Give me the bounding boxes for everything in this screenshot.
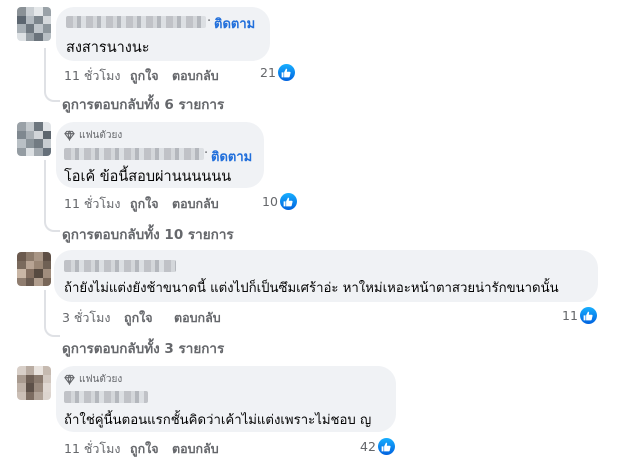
- thread-curve: [44, 321, 60, 337]
- thread-line: [44, 48, 46, 88]
- thread-curve: [44, 86, 60, 102]
- separator-dot: ·: [207, 14, 212, 29]
- reaction-summary[interactable]: 10: [262, 193, 297, 210]
- reply-action[interactable]: ตอบกลับ: [172, 194, 219, 214]
- author-name-blurred[interactable]: [66, 16, 206, 28]
- fan-badge-label: แฟนตัวยง: [79, 374, 123, 385]
- reply-action[interactable]: ตอบกลับ: [172, 66, 219, 86]
- comment-text: ถ้าใช่คู่นี้นตอนแรกชั้นคิดว่าเค้าไม่แต่ง…: [64, 413, 372, 428]
- diamond-icon: [64, 130, 75, 141]
- like-thumb-icon: [377, 438, 395, 455]
- fan-badge: แฟนตัวยง: [64, 372, 122, 387]
- comment-meta: 11 ชั่วโมง ถูกใจ ตอบกลับ: [64, 194, 219, 214]
- comment-timestamp[interactable]: 3 ชั่วโมง: [62, 308, 124, 328]
- view-replies-link[interactable]: ดูการตอบกลับทั้ง 6 รายการ: [62, 93, 224, 115]
- avatar[interactable]: [17, 7, 51, 41]
- fan-badge: แฟนตัวยง: [64, 128, 122, 143]
- author-name-blurred[interactable]: [64, 260, 176, 272]
- comment-meta: 11 ชั่วโมง ถูกใจ ตอบกลับ: [64, 439, 219, 459]
- comment-timestamp[interactable]: 11 ชั่วโมง: [64, 194, 130, 214]
- comment-text: สงสารนางนะ: [66, 40, 150, 56]
- thread-line: [44, 160, 46, 216]
- like-action[interactable]: ถูกใจ: [130, 439, 172, 459]
- avatar[interactable]: [17, 366, 51, 400]
- comment-timestamp[interactable]: 11 ชั่วโมง: [64, 66, 130, 86]
- follow-link[interactable]: ติดตาม: [214, 13, 255, 34]
- avatar[interactable]: [17, 252, 51, 286]
- avatar[interactable]: [17, 122, 51, 156]
- reply-action[interactable]: ตอบกลับ: [172, 439, 219, 459]
- fan-badge-label: แฟนตัวยง: [79, 130, 123, 141]
- reaction-summary[interactable]: 11: [562, 307, 597, 324]
- view-replies-link[interactable]: ดูการตอบกลับทั้ง 10 รายการ: [62, 223, 234, 245]
- comment-text: โอเค้ ข้อนี้สอบผ่านนนนนน: [64, 169, 232, 185]
- like-action[interactable]: ถูกใจ: [130, 66, 172, 86]
- thread-curve: [44, 216, 60, 232]
- thread-line: [44, 290, 46, 322]
- author-name-blurred[interactable]: [64, 391, 148, 403]
- reaction-count: 21: [260, 65, 276, 80]
- comment-meta: 3 ชั่วโมง ถูกใจ ตอบกลับ: [62, 308, 221, 328]
- reaction-count: 10: [262, 194, 278, 209]
- separator-dot: ·: [204, 146, 209, 161]
- view-replies-link[interactable]: ดูการตอบกลับทั้ง 3 รายการ: [62, 337, 224, 359]
- comment-meta: 11 ชั่วโมง ถูกใจ ตอบกลับ: [64, 66, 219, 86]
- like-thumb-icon: [277, 64, 295, 81]
- reaction-count: 11: [562, 308, 578, 323]
- follow-link[interactable]: ติดตาม: [211, 146, 252, 167]
- like-thumb-icon: [279, 193, 297, 210]
- author-name-blurred[interactable]: [64, 148, 204, 160]
- diamond-icon: [64, 374, 75, 385]
- reaction-count: 42: [360, 439, 376, 454]
- like-action[interactable]: ถูกใจ: [130, 194, 172, 214]
- reaction-summary[interactable]: 42: [360, 438, 395, 455]
- comment-text: ถ้ายังไม่แต่งยังช้าขนาดนี้ แต่งไปก็เป็นซ…: [64, 281, 559, 296]
- comment-timestamp[interactable]: 11 ชั่วโมง: [64, 439, 130, 459]
- reply-action[interactable]: ตอบกลับ: [174, 308, 221, 328]
- like-thumb-icon: [579, 307, 597, 324]
- like-action[interactable]: ถูกใจ: [124, 308, 174, 328]
- reaction-summary[interactable]: 21: [260, 64, 295, 81]
